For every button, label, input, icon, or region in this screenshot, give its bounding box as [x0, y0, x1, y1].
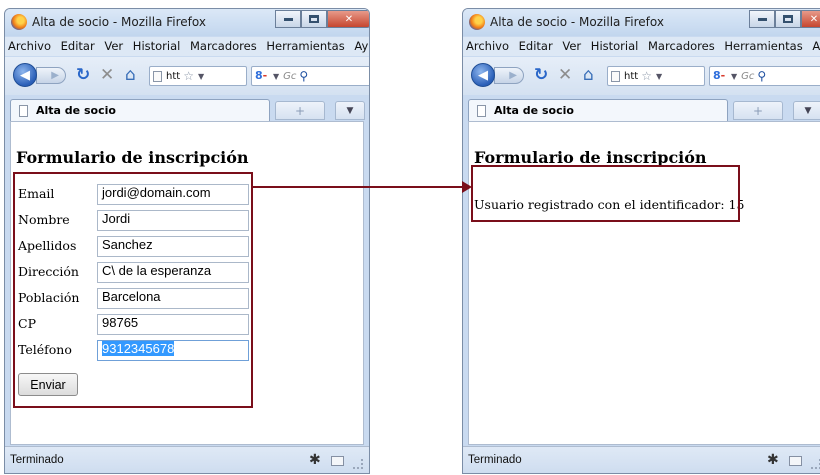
url-text: htt	[624, 70, 639, 82]
stop-icon[interactable]: ✕	[100, 66, 114, 84]
mail-icon[interactable]	[789, 456, 802, 466]
url-text: htt	[166, 70, 181, 82]
menu-marcadores[interactable]: Marcadores	[187, 37, 260, 53]
url-bar[interactable]: htt ☆ ▼	[607, 66, 705, 86]
menu-ayuda[interactable]: Ay	[809, 37, 820, 53]
tab-strip: Alta de socio + ▼	[5, 96, 369, 121]
search-engine-dropdown-icon[interactable]: ▼	[731, 72, 737, 81]
status-bar: Terminado ✱	[463, 446, 820, 473]
forward-icon[interactable]: ▶	[494, 67, 524, 84]
tab-alta-de-socio[interactable]: Alta de socio	[10, 99, 270, 121]
menu-herramientas[interactable]: Herramientas	[721, 37, 805, 53]
navigation-toolbar: ▶ ◀ ↻ ✕ ⌂ htt ☆ ▼ 8- ▼ Gc ⚲	[5, 57, 369, 95]
reload-icon[interactable]: ↻	[76, 66, 90, 84]
menu-historial[interactable]: Historial	[588, 37, 642, 53]
home-icon[interactable]: ⌂	[583, 66, 594, 84]
minimize-button[interactable]	[275, 10, 301, 28]
bookmark-star-icon[interactable]: ☆	[641, 69, 652, 83]
tab-label: Alta de socio	[494, 104, 574, 117]
search-engine-icon[interactable]: 8-	[255, 69, 271, 83]
navigation-toolbar: ▶ ◀ ↻ ✕ ⌂ htt ☆ ▼ 8- ▼ Gc ⚲	[463, 57, 820, 95]
search-bar[interactable]: 8- ▼ Gc ⚲	[709, 66, 820, 86]
window-title: Alta de socio - Mozilla Firefox	[490, 15, 664, 29]
back-icon[interactable]: ◀	[471, 63, 495, 87]
search-placeholder: Gc	[741, 70, 755, 82]
maximize-button[interactable]	[301, 10, 327, 28]
search-placeholder: Gc	[283, 70, 297, 82]
firefox-logo-icon	[469, 14, 485, 30]
tab-page-icon	[19, 104, 28, 117]
new-tab-icon[interactable]: +	[733, 101, 783, 120]
search-engine-dropdown-icon[interactable]: ▼	[273, 72, 279, 81]
search-bar[interactable]: 8- ▼ Gc ⚲	[251, 66, 369, 86]
minimize-button[interactable]	[749, 10, 775, 28]
title-bar: Alta de socio - Mozilla Firefox ✕	[463, 9, 820, 36]
result-highlight-box	[471, 165, 740, 222]
forward-icon[interactable]: ▶	[36, 67, 66, 84]
menu-ver[interactable]: Ver	[101, 37, 126, 53]
status-text: Terminado	[468, 454, 522, 466]
tab-label: Alta de socio	[36, 104, 116, 117]
tab-list-icon[interactable]: ▼	[793, 101, 820, 120]
form-highlight-box	[13, 172, 253, 408]
addon-bug-icon[interactable]: ✱	[767, 452, 779, 468]
page-title: Formulario de inscripción	[16, 148, 249, 167]
menu-editar[interactable]: Editar	[58, 37, 98, 53]
window-title: Alta de socio - Mozilla Firefox	[32, 15, 206, 29]
menu-editar[interactable]: Editar	[516, 37, 556, 53]
menu-marcadores[interactable]: Marcadores	[645, 37, 718, 53]
new-tab-icon[interactable]: +	[275, 101, 325, 120]
page-icon	[153, 70, 162, 82]
bookmark-star-icon[interactable]: ☆	[183, 69, 194, 83]
menu-bar: Archivo Editar Ver Historial Marcadores …	[5, 37, 369, 56]
addon-bug-icon[interactable]: ✱	[309, 452, 321, 468]
url-dropdown-icon[interactable]: ▼	[198, 72, 204, 81]
firefox-logo-icon	[11, 14, 27, 30]
menu-archivo[interactable]: Archivo	[463, 37, 512, 53]
menu-ver[interactable]: Ver	[559, 37, 584, 53]
stop-icon[interactable]: ✕	[558, 66, 572, 84]
menu-ayuda[interactable]: Ay	[351, 37, 369, 53]
home-icon[interactable]: ⌂	[125, 66, 136, 84]
menu-historial[interactable]: Historial	[130, 37, 184, 53]
tab-alta-de-socio[interactable]: Alta de socio	[468, 99, 728, 121]
close-button[interactable]: ✕	[801, 10, 820, 28]
tab-strip: Alta de socio + ▼	[463, 96, 820, 121]
menu-bar: Archivo Editar Ver Historial Marcadores …	[463, 37, 820, 56]
resize-grip-icon[interactable]	[353, 459, 363, 469]
window-controls: ✕	[275, 10, 369, 29]
title-bar: Alta de socio - Mozilla Firefox ✕	[5, 9, 369, 36]
search-icon[interactable]: ⚲	[757, 69, 766, 83]
page-icon	[611, 70, 620, 82]
tab-page-icon	[477, 104, 486, 117]
mail-icon[interactable]	[331, 456, 344, 466]
search-icon[interactable]: ⚲	[299, 69, 308, 83]
maximize-button[interactable]	[775, 10, 801, 28]
browser-window-result: Alta de socio - Mozilla Firefox ✕ Archiv…	[462, 8, 820, 474]
stage: Alta de socio - Mozilla Firefox ✕ Archiv…	[0, 0, 820, 475]
resize-grip-icon[interactable]	[811, 459, 820, 469]
window-controls: ✕	[749, 10, 820, 29]
url-dropdown-icon[interactable]: ▼	[656, 72, 662, 81]
tab-list-icon[interactable]: ▼	[335, 101, 365, 120]
status-text: Terminado	[10, 454, 64, 466]
back-icon[interactable]: ◀	[13, 63, 37, 87]
reload-icon[interactable]: ↻	[534, 66, 548, 84]
close-button[interactable]: ✕	[327, 10, 369, 28]
status-bar: Terminado ✱	[5, 446, 369, 473]
search-engine-icon[interactable]: 8-	[713, 69, 729, 83]
url-bar[interactable]: htt ☆ ▼	[149, 66, 247, 86]
menu-herramientas[interactable]: Herramientas	[263, 37, 347, 53]
menu-archivo[interactable]: Archivo	[5, 37, 54, 53]
